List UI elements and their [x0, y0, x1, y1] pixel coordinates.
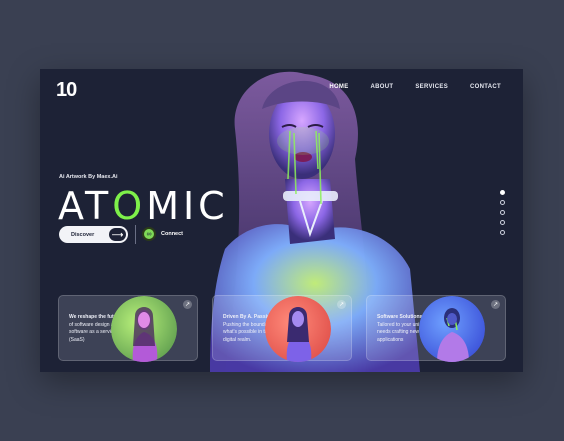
hero-kicker: Ai Artwork By Maex.Ai: [59, 174, 118, 180]
feature-card-2[interactable]: Driven By A. Passion: Pushing the bounda…: [212, 295, 352, 362]
title-part-3: MIC: [146, 184, 229, 228]
arrow-right-icon: ⟶: [109, 228, 126, 241]
app-frame: 10 HOME ABOUT SERVICES CONTACT Ai Artwor…: [40, 69, 523, 372]
infinity-icon: ∞: [142, 227, 156, 241]
divider: [135, 225, 136, 244]
nav-about[interactable]: ABOUT: [371, 84, 394, 90]
feature-card-1[interactable]: We reshape the future of software design…: [58, 295, 198, 362]
card-avatar: [111, 296, 177, 362]
card-heading: Software Solutions: [377, 314, 423, 320]
top-nav: HOME ABOUT SERVICES CONTACT: [329, 84, 501, 90]
external-link-icon[interactable]: ↗: [491, 300, 500, 309]
brand-logo[interactable]: 10: [56, 79, 77, 102]
connect-button[interactable]: ∞ Connect: [142, 227, 183, 241]
discover-button[interactable]: Discover ⟶: [59, 226, 128, 243]
slide-dot-3[interactable]: [500, 210, 505, 215]
nav-services[interactable]: SERVICES: [415, 84, 448, 90]
title-part-1: AT: [58, 184, 113, 228]
hero-title: ATOMIC: [58, 184, 229, 228]
card-avatar: [265, 296, 331, 362]
external-link-icon[interactable]: ↗: [337, 300, 346, 309]
connect-label: Connect: [161, 231, 183, 237]
slide-dot-4[interactable]: [500, 220, 505, 225]
slide-dot-1[interactable]: [500, 190, 505, 195]
nav-contact[interactable]: CONTACT: [470, 84, 501, 90]
card-avatar: [419, 296, 485, 362]
slide-indicator: [500, 190, 505, 235]
discover-label: Discover: [71, 231, 95, 238]
external-link-icon[interactable]: ↗: [183, 300, 192, 309]
slide-dot-5[interactable]: [500, 230, 505, 235]
feature-card-3[interactable]: Software Solutions Tailored to your uniq…: [366, 295, 506, 362]
nav-home[interactable]: HOME: [329, 84, 348, 90]
slide-dot-2[interactable]: [500, 200, 505, 205]
title-part-2: O: [112, 184, 147, 228]
